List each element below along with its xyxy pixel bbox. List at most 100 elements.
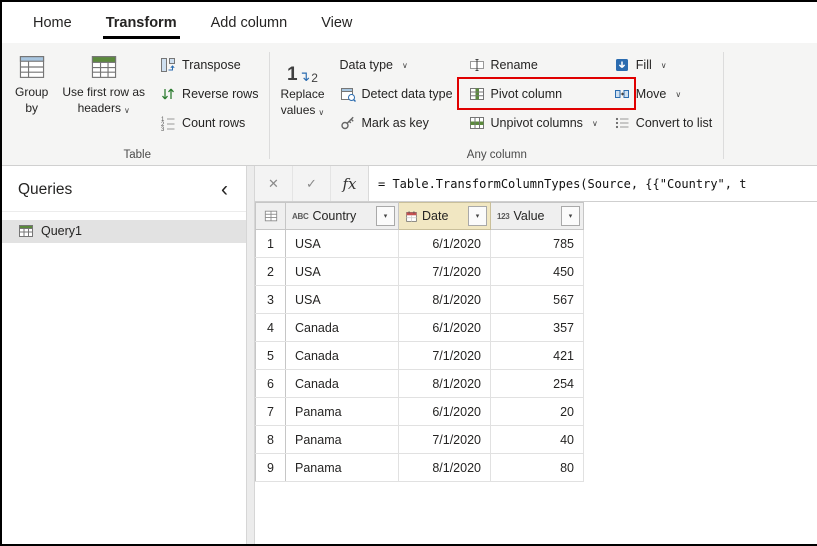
cell-date[interactable]: 7/1/2020 <box>398 257 491 286</box>
tab-add-column[interactable]: Add column <box>194 2 305 43</box>
cell-date[interactable]: 8/1/2020 <box>398 453 491 482</box>
ribbon-group-any-column: 1 ↴ 2 Replace values ∨ Data type ∨ Detect dat… <box>273 46 720 165</box>
table-row: 6 Canada 8/1/2020 254 <box>255 369 584 398</box>
convert-to-list-label: Convert to list <box>635 115 713 130</box>
reverse-rows-button[interactable]: Reverse rows <box>152 79 266 108</box>
check-icon: ✓ <box>306 175 317 191</box>
formula-input[interactable]: = Table.TransformColumnTypes(Source, {{"… <box>369 166 817 201</box>
cell-value[interactable]: 421 <box>490 341 584 370</box>
tab-transform-label: Transform <box>105 14 177 31</box>
formula-bar: ✕ ✓ fx = Table.TransformColumnTypes(Sour… <box>255 166 817 202</box>
formula-cancel-button[interactable]: ✕ <box>255 166 293 201</box>
queries-pane-title: Queries <box>18 181 73 199</box>
rename-icon <box>469 58 484 71</box>
cell-value[interactable]: 20 <box>490 397 584 426</box>
ribbon: Group by Use first row as headers ∨ Transpo… <box>2 43 817 166</box>
fill-button[interactable]: Fill ∨ <box>606 50 720 79</box>
chevron-down-icon: ∨ <box>591 119 598 128</box>
use-first-row-as-headers-button[interactable]: Use first row as headers ∨ <box>55 46 152 147</box>
cell-date[interactable]: 6/1/2020 <box>398 397 491 426</box>
cell-country[interactable]: Canada <box>285 313 399 342</box>
move-button[interactable]: Move ∨ <box>606 79 720 108</box>
cell-value[interactable]: 80 <box>490 453 584 482</box>
cell-country[interactable]: USA <box>285 257 399 286</box>
cell-value[interactable]: 254 <box>490 369 584 398</box>
cell-country[interactable]: Canada <box>285 341 399 370</box>
unpivot-columns-button[interactable]: Unpivot columns ∨ <box>461 108 606 137</box>
table-row: 3 USA 8/1/2020 567 <box>255 285 584 314</box>
cell-country[interactable]: Panama <box>285 397 399 426</box>
tab-transform[interactable]: Transform <box>89 2 194 43</box>
chevron-down-icon: ∨ <box>123 105 130 115</box>
replace-values-label-line2: values <box>280 102 316 117</box>
count-rows-label: Count rows <box>182 115 246 130</box>
cancel-icon: ✕ <box>268 175 279 191</box>
formula-commit-button[interactable]: ✓ <box>293 166 331 201</box>
column-header-country[interactable]: ABC Country ▾ <box>285 202 399 230</box>
data-type-dropdown[interactable]: Data type ∨ <box>332 50 461 79</box>
data-type-label: Data type <box>339 57 394 72</box>
cell-date[interactable]: 7/1/2020 <box>398 341 491 370</box>
row-number[interactable]: 4 <box>255 313 286 342</box>
query-list-item[interactable]: Query1 <box>2 219 246 243</box>
cell-value[interactable]: 567 <box>490 285 584 314</box>
ribbon-group-separator <box>269 52 271 159</box>
group-by-button[interactable]: Group by <box>8 46 55 147</box>
replace-values-icon: 1 ↴ 2 <box>286 64 318 85</box>
cell-value[interactable]: 785 <box>490 229 584 258</box>
ribbon-group-separator <box>723 52 725 159</box>
cell-date[interactable]: 6/1/2020 <box>398 313 491 342</box>
row-number[interactable]: 2 <box>255 257 286 286</box>
rename-button[interactable]: Rename <box>461 50 606 79</box>
detect-data-type-label: Detect data type <box>361 86 453 101</box>
row-number[interactable]: 6 <box>255 369 286 398</box>
column-header-value[interactable]: 123 Value ▾ <box>490 202 584 230</box>
row-number[interactable]: 8 <box>255 425 286 454</box>
cell-value[interactable]: 450 <box>490 257 584 286</box>
group-by-icon <box>19 56 44 78</box>
transpose-button[interactable]: Transpose <box>152 50 266 79</box>
table-row: 7 Panama 6/1/2020 20 <box>255 397 584 426</box>
table-row: 2 USA 7/1/2020 450 <box>255 257 584 286</box>
number-type-icon: 123 <box>497 211 510 221</box>
replace-values-label-line1: Replace <box>280 87 325 101</box>
row-number[interactable]: 9 <box>255 453 286 482</box>
date-filter-button[interactable]: ▾ <box>468 206 487 226</box>
cell-value[interactable]: 357 <box>490 313 584 342</box>
use-first-row-label-line2: headers <box>77 100 121 115</box>
cell-date[interactable]: 8/1/2020 <box>398 369 491 398</box>
country-filter-button[interactable]: ▾ <box>376 206 395 226</box>
pane-splitter[interactable] <box>246 166 255 544</box>
tab-view-label: View <box>321 14 353 31</box>
transpose-icon <box>161 57 176 72</box>
column-header-date[interactable]: Date ▾ <box>398 202 491 230</box>
cell-date[interactable]: 6/1/2020 <box>398 229 491 258</box>
select-all-corner[interactable] <box>255 202 286 230</box>
cell-country[interactable]: Panama <box>285 453 399 482</box>
cell-country[interactable]: Panama <box>285 425 399 454</box>
value-filter-button[interactable]: ▾ <box>561 206 580 226</box>
svg-text:3: 3 <box>161 127 165 131</box>
detect-data-type-icon <box>340 87 356 102</box>
replace-values-button[interactable]: 1 ↴ 2 Replace values ∨ <box>273 46 331 147</box>
cell-value[interactable]: 40 <box>490 425 584 454</box>
pivot-column-button[interactable]: Pivot column <box>456 77 636 110</box>
fill-label: Fill <box>635 57 652 72</box>
add-step-button[interactable]: fx <box>331 166 368 201</box>
row-number[interactable]: 3 <box>255 285 286 314</box>
cell-country[interactable]: USA <box>285 229 399 258</box>
cell-country[interactable]: USA <box>285 285 399 314</box>
row-number[interactable]: 7 <box>255 397 286 426</box>
detect-data-type-button[interactable]: Detect data type <box>332 79 461 108</box>
cell-date[interactable]: 7/1/2020 <box>398 425 491 454</box>
collapse-queries-pane-icon[interactable]: ‹ <box>211 179 238 200</box>
row-number[interactable]: 5 <box>255 341 286 370</box>
cell-date[interactable]: 8/1/2020 <box>398 285 491 314</box>
tab-view[interactable]: View <box>304 2 369 43</box>
row-number[interactable]: 1 <box>255 229 286 258</box>
cell-country[interactable]: Canada <box>285 369 399 398</box>
count-rows-button[interactable]: 123 Count rows <box>152 108 266 137</box>
tab-home[interactable]: Home <box>16 2 89 43</box>
convert-to-list-button[interactable]: Convert to list <box>606 108 720 137</box>
mark-as-key-button[interactable]: Mark as key <box>332 108 461 137</box>
